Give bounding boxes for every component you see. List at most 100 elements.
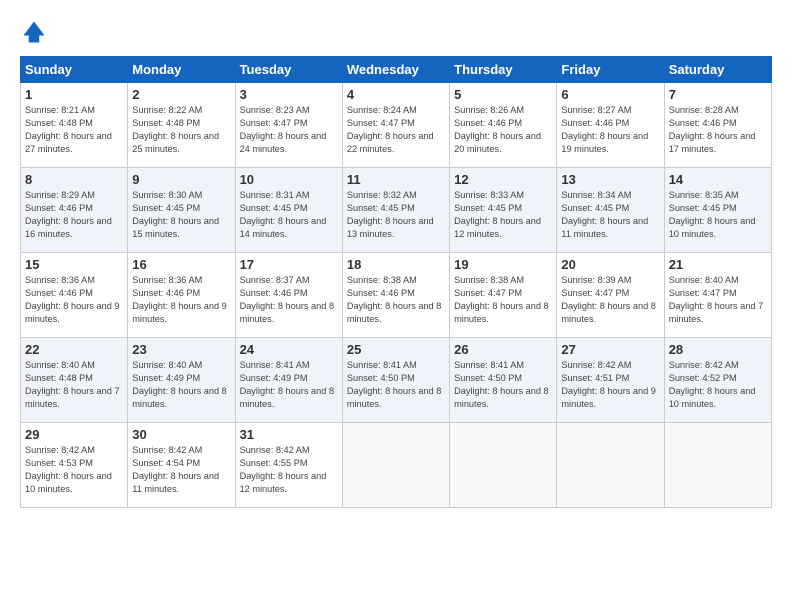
calendar-cell: 24 Sunrise: 8:41 AM Sunset: 4:49 PM Dayl… — [235, 338, 342, 423]
day-number: 6 — [561, 87, 659, 102]
calendar-cell — [557, 423, 664, 508]
calendar-cell — [342, 423, 449, 508]
day-info: Sunrise: 8:35 AM Sunset: 4:45 PM Dayligh… — [669, 189, 767, 241]
day-number: 7 — [669, 87, 767, 102]
day-number: 14 — [669, 172, 767, 187]
day-number: 19 — [454, 257, 552, 272]
calendar-week-2: 8 Sunrise: 8:29 AM Sunset: 4:46 PM Dayli… — [21, 168, 772, 253]
calendar-cell: 31 Sunrise: 8:42 AM Sunset: 4:55 PM Dayl… — [235, 423, 342, 508]
day-info: Sunrise: 8:39 AM Sunset: 4:47 PM Dayligh… — [561, 274, 659, 326]
day-number: 28 — [669, 342, 767, 357]
calendar-cell: 14 Sunrise: 8:35 AM Sunset: 4:45 PM Dayl… — [664, 168, 771, 253]
calendar-cell: 12 Sunrise: 8:33 AM Sunset: 4:45 PM Dayl… — [450, 168, 557, 253]
col-header-tuesday: Tuesday — [235, 57, 342, 83]
day-number: 13 — [561, 172, 659, 187]
calendar-cell: 30 Sunrise: 8:42 AM Sunset: 4:54 PM Dayl… — [128, 423, 235, 508]
day-info: Sunrise: 8:42 AM Sunset: 4:51 PM Dayligh… — [561, 359, 659, 411]
day-number: 2 — [132, 87, 230, 102]
calendar-cell: 21 Sunrise: 8:40 AM Sunset: 4:47 PM Dayl… — [664, 253, 771, 338]
day-info: Sunrise: 8:23 AM Sunset: 4:47 PM Dayligh… — [240, 104, 338, 156]
day-info: Sunrise: 8:32 AM Sunset: 4:45 PM Dayligh… — [347, 189, 445, 241]
calendar-cell: 1 Sunrise: 8:21 AM Sunset: 4:48 PM Dayli… — [21, 83, 128, 168]
calendar-cell: 7 Sunrise: 8:28 AM Sunset: 4:46 PM Dayli… — [664, 83, 771, 168]
day-info: Sunrise: 8:37 AM Sunset: 4:46 PM Dayligh… — [240, 274, 338, 326]
calendar-cell: 28 Sunrise: 8:42 AM Sunset: 4:52 PM Dayl… — [664, 338, 771, 423]
day-info: Sunrise: 8:24 AM Sunset: 4:47 PM Dayligh… — [347, 104, 445, 156]
day-info: Sunrise: 8:22 AM Sunset: 4:48 PM Dayligh… — [132, 104, 230, 156]
calendar-cell: 8 Sunrise: 8:29 AM Sunset: 4:46 PM Dayli… — [21, 168, 128, 253]
calendar-cell: 26 Sunrise: 8:41 AM Sunset: 4:50 PM Dayl… — [450, 338, 557, 423]
calendar-table: SundayMondayTuesdayWednesdayThursdayFrid… — [20, 56, 772, 508]
calendar-header-row: SundayMondayTuesdayWednesdayThursdayFrid… — [21, 57, 772, 83]
day-number: 15 — [25, 257, 123, 272]
calendar-cell: 19 Sunrise: 8:38 AM Sunset: 4:47 PM Dayl… — [450, 253, 557, 338]
day-number: 29 — [25, 427, 123, 442]
col-header-saturday: Saturday — [664, 57, 771, 83]
day-info: Sunrise: 8:38 AM Sunset: 4:47 PM Dayligh… — [454, 274, 552, 326]
calendar-cell: 10 Sunrise: 8:31 AM Sunset: 4:45 PM Dayl… — [235, 168, 342, 253]
day-number: 30 — [132, 427, 230, 442]
day-info: Sunrise: 8:36 AM Sunset: 4:46 PM Dayligh… — [25, 274, 123, 326]
calendar-cell: 6 Sunrise: 8:27 AM Sunset: 4:46 PM Dayli… — [557, 83, 664, 168]
day-number: 24 — [240, 342, 338, 357]
day-info: Sunrise: 8:41 AM Sunset: 4:49 PM Dayligh… — [240, 359, 338, 411]
calendar-week-1: 1 Sunrise: 8:21 AM Sunset: 4:48 PM Dayli… — [21, 83, 772, 168]
day-number: 27 — [561, 342, 659, 357]
calendar-week-4: 22 Sunrise: 8:40 AM Sunset: 4:48 PM Dayl… — [21, 338, 772, 423]
day-info: Sunrise: 8:41 AM Sunset: 4:50 PM Dayligh… — [347, 359, 445, 411]
logo — [20, 18, 52, 46]
day-number: 18 — [347, 257, 445, 272]
day-number: 11 — [347, 172, 445, 187]
day-info: Sunrise: 8:30 AM Sunset: 4:45 PM Dayligh… — [132, 189, 230, 241]
col-header-monday: Monday — [128, 57, 235, 83]
calendar-cell: 16 Sunrise: 8:36 AM Sunset: 4:46 PM Dayl… — [128, 253, 235, 338]
calendar-cell: 25 Sunrise: 8:41 AM Sunset: 4:50 PM Dayl… — [342, 338, 449, 423]
day-info: Sunrise: 8:41 AM Sunset: 4:50 PM Dayligh… — [454, 359, 552, 411]
day-info: Sunrise: 8:42 AM Sunset: 4:55 PM Dayligh… — [240, 444, 338, 496]
day-info: Sunrise: 8:40 AM Sunset: 4:48 PM Dayligh… — [25, 359, 123, 411]
day-number: 26 — [454, 342, 552, 357]
day-info: Sunrise: 8:27 AM Sunset: 4:46 PM Dayligh… — [561, 104, 659, 156]
day-number: 4 — [347, 87, 445, 102]
col-header-friday: Friday — [557, 57, 664, 83]
day-number: 25 — [347, 342, 445, 357]
day-number: 31 — [240, 427, 338, 442]
calendar-cell: 5 Sunrise: 8:26 AM Sunset: 4:46 PM Dayli… — [450, 83, 557, 168]
day-number: 16 — [132, 257, 230, 272]
calendar-cell: 15 Sunrise: 8:36 AM Sunset: 4:46 PM Dayl… — [21, 253, 128, 338]
calendar-cell: 27 Sunrise: 8:42 AM Sunset: 4:51 PM Dayl… — [557, 338, 664, 423]
calendar-cell: 17 Sunrise: 8:37 AM Sunset: 4:46 PM Dayl… — [235, 253, 342, 338]
calendar-cell: 3 Sunrise: 8:23 AM Sunset: 4:47 PM Dayli… — [235, 83, 342, 168]
day-info: Sunrise: 8:42 AM Sunset: 4:52 PM Dayligh… — [669, 359, 767, 411]
calendar-cell: 4 Sunrise: 8:24 AM Sunset: 4:47 PM Dayli… — [342, 83, 449, 168]
day-info: Sunrise: 8:42 AM Sunset: 4:54 PM Dayligh… — [132, 444, 230, 496]
calendar-cell: 22 Sunrise: 8:40 AM Sunset: 4:48 PM Dayl… — [21, 338, 128, 423]
calendar-body: 1 Sunrise: 8:21 AM Sunset: 4:48 PM Dayli… — [21, 83, 772, 508]
day-number: 17 — [240, 257, 338, 272]
day-info: Sunrise: 8:21 AM Sunset: 4:48 PM Dayligh… — [25, 104, 123, 156]
col-header-sunday: Sunday — [21, 57, 128, 83]
day-number: 1 — [25, 87, 123, 102]
calendar-cell: 9 Sunrise: 8:30 AM Sunset: 4:45 PM Dayli… — [128, 168, 235, 253]
day-number: 3 — [240, 87, 338, 102]
day-info: Sunrise: 8:34 AM Sunset: 4:45 PM Dayligh… — [561, 189, 659, 241]
header — [20, 18, 772, 46]
page: SundayMondayTuesdayWednesdayThursdayFrid… — [0, 0, 792, 612]
day-info: Sunrise: 8:40 AM Sunset: 4:47 PM Dayligh… — [669, 274, 767, 326]
day-info: Sunrise: 8:28 AM Sunset: 4:46 PM Dayligh… — [669, 104, 767, 156]
calendar-cell: 20 Sunrise: 8:39 AM Sunset: 4:47 PM Dayl… — [557, 253, 664, 338]
day-info: Sunrise: 8:38 AM Sunset: 4:46 PM Dayligh… — [347, 274, 445, 326]
day-number: 21 — [669, 257, 767, 272]
col-header-thursday: Thursday — [450, 57, 557, 83]
day-number: 12 — [454, 172, 552, 187]
day-info: Sunrise: 8:31 AM Sunset: 4:45 PM Dayligh… — [240, 189, 338, 241]
day-info: Sunrise: 8:36 AM Sunset: 4:46 PM Dayligh… — [132, 274, 230, 326]
calendar-cell — [450, 423, 557, 508]
col-header-wednesday: Wednesday — [342, 57, 449, 83]
calendar-cell: 29 Sunrise: 8:42 AM Sunset: 4:53 PM Dayl… — [21, 423, 128, 508]
calendar-cell: 11 Sunrise: 8:32 AM Sunset: 4:45 PM Dayl… — [342, 168, 449, 253]
day-number: 23 — [132, 342, 230, 357]
calendar-cell: 13 Sunrise: 8:34 AM Sunset: 4:45 PM Dayl… — [557, 168, 664, 253]
day-number: 10 — [240, 172, 338, 187]
calendar-cell: 23 Sunrise: 8:40 AM Sunset: 4:49 PM Dayl… — [128, 338, 235, 423]
